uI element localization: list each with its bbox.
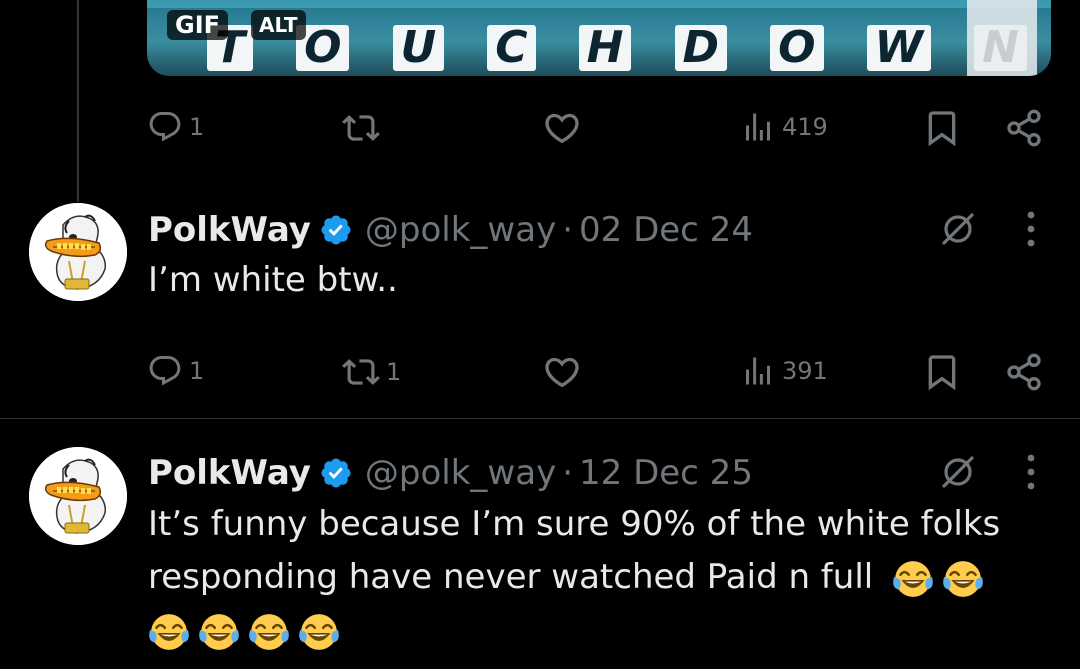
laughing-emoji-icon	[148, 611, 190, 653]
separator-dot: ·	[562, 210, 574, 250]
reply-icon	[147, 353, 183, 389]
grok-icon[interactable]	[938, 209, 978, 249]
views-icon	[740, 353, 776, 389]
tweet-date[interactable]: 12 Dec 25	[579, 453, 753, 493]
heart-icon	[542, 352, 582, 392]
gif-letter: D	[674, 25, 728, 71]
gif-media[interactable]: T O U C H D O W N GIF ALT	[147, 0, 1051, 76]
user-handle[interactable]: @polk_way	[365, 453, 556, 493]
reply-button[interactable]: 1	[147, 353, 204, 389]
tweet-header: PolkWay @polk_way · 02 Dec 24	[148, 205, 753, 255]
views-button[interactable]: 419	[740, 109, 828, 145]
gif-letter: U	[392, 25, 445, 71]
share-icon	[1004, 352, 1044, 392]
gif-letter: W	[866, 25, 932, 71]
laughing-emoji-icon	[892, 558, 934, 600]
reply-count: 1	[189, 357, 205, 385]
bookmark-icon	[922, 108, 962, 148]
tweet-divider	[0, 418, 1080, 419]
repost-count: 1	[386, 358, 402, 386]
more-options-icon[interactable]	[1026, 209, 1036, 249]
separator-dot: ·	[562, 453, 574, 493]
duck-avatar-image	[29, 447, 127, 545]
gif-letter: C	[487, 25, 536, 71]
like-button[interactable]	[542, 108, 588, 148]
user-handle[interactable]: @polk_way	[365, 210, 556, 250]
tweet-text: I’m white btw..	[148, 260, 398, 300]
laughing-emoji-icon	[198, 611, 240, 653]
duck-avatar-image	[29, 203, 127, 301]
views-count: 419	[782, 113, 828, 141]
avatar[interactable]	[29, 447, 127, 545]
laughing-emoji-icon	[248, 611, 290, 653]
views-count: 391	[782, 357, 828, 385]
tweet-text-line	[148, 604, 1000, 657]
repost-icon	[342, 353, 380, 391]
tweet-header: PolkWay @polk_way · 12 Dec 25	[148, 448, 753, 498]
reply-icon	[147, 109, 183, 145]
views-icon	[740, 109, 776, 145]
heart-icon	[542, 108, 582, 148]
repost-icon	[342, 109, 380, 147]
share-button[interactable]	[1004, 352, 1044, 392]
more-options-icon[interactable]	[1026, 452, 1036, 492]
grok-icon[interactable]	[938, 452, 978, 492]
tweet-text-segment: responding have never watched Paid n ful…	[148, 557, 874, 597]
thread-connector-line	[77, 0, 79, 202]
avatar[interactable]	[29, 203, 127, 301]
verified-badge-icon	[319, 456, 353, 490]
gif-banner-stripe	[147, 0, 1051, 8]
tweet-text-line: responding have never watched Paid n ful…	[148, 551, 1000, 604]
bookmark-icon	[922, 352, 962, 392]
tweet-text: It’s funny because I’m sure 90% of the w…	[148, 498, 1000, 657]
gif-badge: GIF	[167, 10, 229, 40]
gif-letter: O	[770, 25, 824, 71]
gif-player-figure	[967, 0, 1037, 76]
reply-count: 1	[189, 113, 205, 141]
bookmark-button[interactable]	[922, 352, 962, 392]
display-name[interactable]: PolkWay	[148, 210, 311, 250]
alt-badge[interactable]: ALT	[251, 10, 306, 40]
verified-badge-icon	[319, 213, 353, 247]
tweet-date[interactable]: 02 Dec 24	[579, 210, 753, 250]
share-button[interactable]	[1004, 108, 1044, 148]
display-name[interactable]: PolkWay	[148, 453, 311, 493]
repost-button[interactable]: 1	[342, 353, 401, 391]
bookmark-button[interactable]	[922, 108, 962, 148]
gif-letter: H	[578, 25, 632, 71]
share-icon	[1004, 108, 1044, 148]
laughing-emoji-icon	[942, 558, 984, 600]
reply-button[interactable]: 1	[147, 109, 204, 145]
tweet-text-line: It’s funny because I’m sure 90% of the w…	[148, 504, 1001, 544]
like-button[interactable]	[542, 352, 588, 392]
repost-button[interactable]	[342, 109, 386, 147]
gif-touchdown-text: T O U C H D O W N	[207, 20, 1027, 76]
views-button[interactable]: 391	[740, 353, 828, 389]
laughing-emoji-icon	[298, 611, 340, 653]
